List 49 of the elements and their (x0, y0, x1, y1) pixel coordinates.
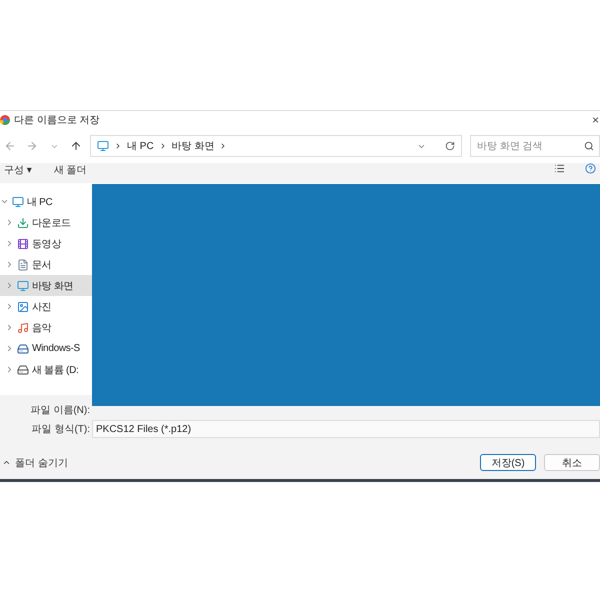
dialog-button[interactable]: 저장(S) (480, 454, 536, 471)
chevron-up-icon (2, 458, 11, 467)
chevron-down-icon[interactable] (0, 197, 9, 206)
field-label: 파일 형식(T): (30, 423, 91, 436)
file-type-select[interactable]: PKCS12 Files (*.p12) (92, 420, 600, 438)
field-label: 파일 이름(N): (30, 404, 91, 417)
search-icon (584, 141, 594, 151)
tree-item[interactable]: 새 볼륨 (D: (0, 359, 92, 380)
film-icon (17, 238, 29, 250)
breadcrumb[interactable]: 바탕 화면 (172, 139, 214, 153)
app-icon (0, 115, 10, 125)
refresh-icon[interactable] (445, 141, 455, 151)
search-field[interactable]: 바탕 화면 검색 (470, 135, 600, 157)
chevron-right-icon[interactable] (5, 260, 14, 269)
drive-icon (17, 364, 29, 376)
tree-item[interactable]: 사진 (0, 296, 92, 317)
music-icon (17, 322, 29, 334)
dialog-button[interactable]: 취소 (544, 454, 600, 471)
tree-item[interactable]: 문서 (0, 254, 92, 275)
breadcrumb[interactable]: 내 PC (127, 139, 154, 153)
tree-item[interactable]: 동영상 (0, 233, 92, 254)
hide-folders-button[interactable]: 폴더 숨기기 (2, 456, 68, 470)
document-icon (17, 258, 29, 270)
tree-item[interactable]: 바탕 화면 (0, 275, 92, 296)
help-icon[interactable] (585, 163, 596, 174)
window-title: 다른 이름으로 저장 (14, 114, 101, 127)
drive-icon (17, 342, 29, 354)
chevron-right-icon[interactable] (5, 344, 14, 353)
tree-item[interactable]: 다운로드 (0, 212, 92, 233)
list-view-icon[interactable] (554, 163, 565, 174)
chevron-right-icon[interactable] (5, 323, 14, 332)
chevron-right-icon[interactable] (5, 302, 14, 311)
monitor-icon (12, 196, 24, 208)
chevron-right-icon[interactable] (5, 281, 14, 290)
tree-item[interactable]: 내 PC (0, 191, 92, 212)
chevron-right-icon (114, 142, 122, 150)
download-icon (17, 216, 29, 228)
monitor-icon (17, 280, 29, 292)
tree-item[interactable]: Windows-S (0, 338, 92, 359)
chevron-right-icon[interactable] (5, 218, 14, 227)
address-bar[interactable]: 내 PC 바탕 화면 (90, 135, 462, 157)
toolbar-button[interactable]: 구성 ▾ (4, 163, 32, 177)
chevron-right-icon[interactable] (5, 365, 14, 374)
monitor-icon (97, 140, 109, 152)
close-button[interactable]: × (592, 113, 600, 127)
tree-item[interactable]: 음악 (0, 317, 92, 338)
toolbar-button[interactable]: 새 폴더 (54, 163, 87, 177)
chevron-right-icon[interactable] (5, 239, 14, 248)
picture-icon (17, 300, 29, 312)
